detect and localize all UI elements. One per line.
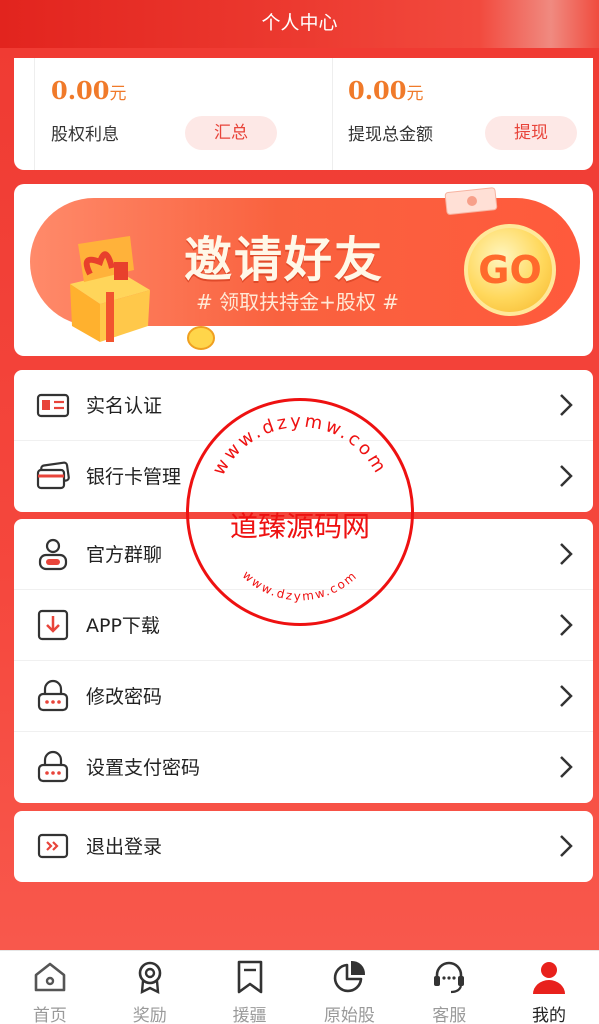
withdraw-label: 提现总金额 (348, 125, 433, 145)
tab-label: 援疆 (232, 1006, 267, 1024)
user-icon (533, 962, 566, 994)
banner-subtitle: # 领取扶持金+股权 # (196, 290, 399, 314)
interest-amount: 0.00元 (51, 76, 127, 105)
withdraw-amount: 0.00元 (348, 76, 424, 105)
bank-card-icon (36, 461, 70, 490)
menu-label: 退出登录 (86, 836, 163, 858)
bookmark-icon (237, 960, 262, 994)
chevron-right-icon (560, 465, 573, 487)
lock-icon (37, 679, 69, 712)
menu-item-bank-card[interactable]: 银行卡管理 (14, 441, 593, 512)
tab-original-shares[interactable]: 原始股 (299, 951, 399, 1024)
tab-customer-service[interactable]: 客服 (399, 951, 499, 1024)
tab-mine[interactable]: 我的 (499, 951, 599, 1024)
logout-icon (37, 833, 69, 859)
menu-group-logout: 退出登录 (14, 811, 593, 882)
summary-button[interactable]: 汇总 (185, 116, 277, 150)
balance-withdraw: 0.00元 提现总金额 提现 (332, 58, 593, 170)
balance-interest: 0.00元 股权利息 汇总 (34, 58, 352, 170)
menu-group-identity: 实名认证 银行卡管理 (14, 370, 593, 512)
menu-item-change-password[interactable]: 修改密码 (14, 661, 593, 732)
menu-label: 银行卡管理 (86, 466, 182, 488)
menu-item-app-download[interactable]: APP下载 (14, 590, 593, 661)
chevron-right-icon (560, 543, 573, 565)
menu-group-services: 官方群聊 APP下载 修改密码 设置支付密码 (14, 519, 593, 803)
download-icon (37, 609, 69, 641)
id-card-icon (36, 393, 70, 418)
chevron-right-icon (560, 394, 573, 416)
page-title: 个人中心 (261, 12, 338, 34)
invite-banner[interactable]: 邀请好友 # 领取扶持金+股权 # GO (14, 184, 593, 356)
pie-chart-icon (334, 960, 366, 993)
menu-item-logout[interactable]: 退出登录 (14, 811, 593, 882)
bottom-tab-bar: 首页 奖励 援疆 原始股 客服 我的 (0, 950, 599, 1024)
chevron-right-icon (560, 614, 573, 636)
cash-icon (444, 187, 498, 215)
menu-item-real-name[interactable]: 实名认证 (14, 370, 593, 441)
tab-aid[interactable]: 援疆 (200, 951, 300, 1024)
user-chat-icon (38, 538, 68, 571)
chevron-right-icon (560, 835, 573, 857)
tab-label: 奖励 (132, 1006, 167, 1024)
menu-label: 实名认证 (86, 395, 163, 417)
chevron-right-icon (560, 756, 573, 778)
balance-card: 0.00元 股权利息 汇总 0.00元 提现总金额 提现 (14, 58, 593, 170)
menu-label: 设置支付密码 (86, 757, 201, 779)
tab-label: 客服 (432, 1006, 467, 1024)
tab-label: 原始股 (323, 1006, 375, 1024)
withdraw-button[interactable]: 提现 (485, 116, 577, 150)
go-button[interactable]: GO (464, 224, 556, 316)
award-icon (138, 961, 162, 995)
menu-label: APP下载 (86, 615, 160, 637)
headset-icon (434, 961, 465, 994)
tab-home[interactable]: 首页 (0, 951, 100, 1024)
menu-label: 修改密码 (86, 686, 163, 708)
menu-label: 官方群聊 (86, 544, 163, 566)
interest-label: 股权利息 (51, 125, 119, 145)
lock-icon (37, 750, 69, 783)
gift-box-icon (70, 236, 150, 342)
home-icon (34, 962, 66, 992)
tab-label: 我的 (532, 1006, 567, 1024)
coin-icon (187, 326, 215, 350)
chevron-right-icon (560, 685, 573, 707)
banner-title: 邀请好友 (184, 232, 385, 288)
tab-reward[interactable]: 奖励 (100, 951, 200, 1024)
page-header: 个人中心 (0, 0, 599, 48)
menu-item-group-chat[interactable]: 官方群聊 (14, 519, 593, 590)
menu-item-pay-password[interactable]: 设置支付密码 (14, 732, 593, 803)
tab-label: 首页 (32, 1006, 67, 1024)
